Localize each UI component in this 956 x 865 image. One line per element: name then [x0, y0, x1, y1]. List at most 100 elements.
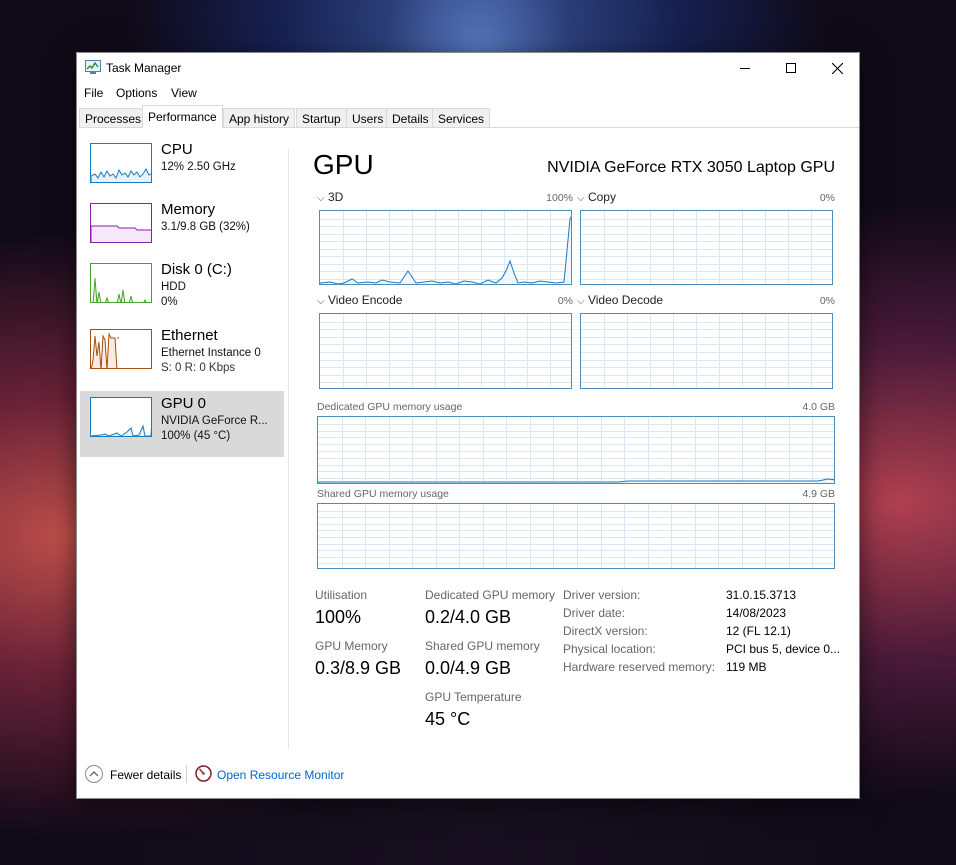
reserved-memory-value: 119 MB	[726, 660, 767, 674]
sidebar-item-memory[interactable]: Memory 3.1/9.8 GB (32%)	[80, 197, 284, 263]
sidebar-item-label: GPU 0	[161, 395, 207, 412]
sidebar-item-cpu[interactable]: CPU 12% 2.50 GHz	[80, 137, 284, 203]
shared-memory-value: 0.0/4.9 GB	[425, 658, 512, 678]
resource-monitor-icon[interactable]	[195, 765, 212, 782]
graph-label: 3D	[327, 190, 344, 204]
graph-max-value: 100%	[546, 192, 573, 204]
graph-label: Video Encode	[327, 293, 403, 307]
sidebar-item-label: CPU	[161, 141, 193, 158]
graph-3d	[319, 210, 572, 285]
shared-memory-label: Shared GPU memory	[425, 639, 540, 653]
physical-location-value: PCI bus 5, device 0...	[726, 642, 841, 656]
graph-label: Copy	[587, 190, 616, 204]
sidebar-item-detail: HDD	[161, 281, 186, 293]
graph-engine-dropdown[interactable]: ⌵ Video Encode	[317, 293, 402, 307]
sidebar-item-detail: NVIDIA GeForce R...	[161, 415, 268, 427]
footer-bar: Fewer details Open Resource Monitor	[77, 765, 859, 785]
close-button[interactable]	[814, 53, 860, 83]
tab-services[interactable]: Services	[432, 108, 491, 128]
chevron-down-icon: ⌵	[577, 193, 585, 204]
graph-max-value: 0%	[819, 295, 835, 307]
sidebar-item-detail: 3.1/9.8 GB (32%)	[161, 221, 250, 233]
utilisation-value: 100%	[315, 607, 362, 627]
minimize-button[interactable]	[722, 53, 768, 83]
tab-users[interactable]: Users	[346, 108, 390, 128]
open-resource-monitor-link[interactable]: Open Resource Monitor	[217, 768, 344, 782]
sidebar-item-detail-2: S: 0 R: 0 Kbps	[161, 362, 236, 374]
graph-engine-dropdown[interactable]: ⌵ Copy	[577, 190, 616, 204]
chevron-down-icon: ⌵	[317, 193, 325, 204]
gpu-memory-value: 0.3/8.9 GB	[315, 658, 402, 678]
driver-version-key: Driver version:	[563, 588, 641, 602]
driver-version-value: 31.0.15.3713	[726, 588, 797, 602]
graph-video-encode	[319, 313, 572, 389]
gpu-detail-panel: GPU NVIDIA GeForce RTX 3050 Laptop GPU ⌵…	[313, 137, 843, 737]
graph-grid	[318, 417, 834, 483]
driver-date-key: Driver date:	[563, 606, 626, 620]
graph-engine-dropdown[interactable]: ⌵ Video Decode	[577, 293, 663, 307]
title-bar[interactable]: Task Manager	[77, 53, 859, 83]
graph-video-decode	[580, 313, 833, 389]
memory-thumbnail-graph	[90, 203, 152, 243]
graph-grid	[320, 211, 571, 284]
physical-location-key: Physical location:	[563, 642, 656, 656]
chevron-down-icon: ⌵	[317, 296, 325, 307]
sidebar-item-detail: Ethernet Instance 0	[161, 347, 261, 359]
task-manager-app-icon	[85, 60, 101, 74]
tab-processes[interactable]: Processes	[79, 108, 148, 128]
footer-separator	[186, 765, 187, 783]
panel-divider[interactable]	[288, 149, 289, 749]
cpu-thumbnail-graph	[90, 143, 152, 183]
tab-performance[interactable]: Performance	[142, 105, 223, 128]
dedicated-memory-label: Dedicated GPU memory	[425, 588, 556, 602]
menu-file[interactable]: File	[84, 86, 103, 100]
menu-bar: File Options View	[77, 83, 859, 103]
chevron-up-icon[interactable]	[85, 765, 103, 783]
graph-engine-dropdown[interactable]: ⌵ 3D	[317, 190, 343, 204]
graph-grid	[318, 504, 834, 568]
sidebar-item-disk[interactable]: Disk 0 (C:) HDD 0%	[80, 257, 284, 323]
reserved-memory-key: Hardware reserved memory:	[563, 660, 716, 674]
gpu-model-name: NVIDIA GeForce RTX 3050 Laptop GPU	[547, 159, 835, 176]
disk-thumbnail-graph	[90, 263, 152, 303]
maximize-button[interactable]	[768, 53, 814, 83]
sidebar-item-label: Ethernet	[161, 327, 218, 344]
menu-options[interactable]: Options	[116, 86, 157, 100]
graph-grid	[581, 211, 832, 284]
sidebar-item-label: Disk 0 (C:)	[161, 261, 232, 278]
tab-details[interactable]: Details	[386, 108, 435, 128]
graph-shared-memory	[317, 503, 835, 569]
graph-grid	[581, 314, 832, 388]
ethernet-thumbnail-graph	[90, 329, 152, 369]
dedicated-memory-graph-max: 4.0 GB	[802, 401, 835, 413]
sidebar-item-detail-2: 100% (45 °C)	[161, 430, 231, 442]
graph-label: Video Decode	[587, 293, 664, 307]
shared-memory-graph-label: Shared GPU memory usage	[317, 488, 449, 500]
graph-copy	[580, 210, 833, 285]
tab-startup[interactable]: Startup	[296, 108, 347, 128]
task-manager-window: Task Manager File Options View Processes…	[76, 52, 860, 799]
gpu-temperature-label: GPU Temperature	[425, 690, 522, 704]
directx-version-key: DirectX version:	[563, 624, 648, 638]
graph-dedicated-memory	[317, 416, 835, 484]
gpu-thumbnail-graph	[90, 397, 152, 437]
sidebar-item-ethernet[interactable]: Ethernet Ethernet Instance 0 S: 0 R: 0 K…	[80, 323, 284, 389]
shared-memory-graph-max: 4.9 GB	[802, 488, 835, 500]
sidebar-item-gpu[interactable]: GPU 0 NVIDIA GeForce R... 100% (45 °C)	[80, 391, 284, 457]
tab-app-history[interactable]: App history	[223, 108, 296, 128]
directx-version-value: 12 (FL 12.1)	[726, 624, 791, 638]
graph-max-value: 0%	[557, 295, 573, 307]
chevron-down-icon: ⌵	[577, 296, 585, 307]
graph-grid	[320, 314, 571, 388]
sidebar-item-detail-2: 0%	[161, 296, 178, 308]
tab-strip: Processes Performance App history Startu…	[79, 105, 859, 128]
gpu-memory-label: GPU Memory	[315, 639, 388, 653]
sidebar-item-label: Memory	[161, 201, 216, 218]
dedicated-memory-graph-label: Dedicated GPU memory usage	[317, 401, 463, 413]
window-title: Task Manager	[106, 61, 182, 75]
fewer-details-button[interactable]: Fewer details	[110, 768, 181, 782]
gpu-temperature-value: 45 °C	[425, 709, 471, 729]
driver-date-value: 14/08/2023	[726, 606, 787, 620]
menu-view[interactable]: View	[171, 86, 197, 100]
graph-max-value: 0%	[819, 192, 835, 204]
